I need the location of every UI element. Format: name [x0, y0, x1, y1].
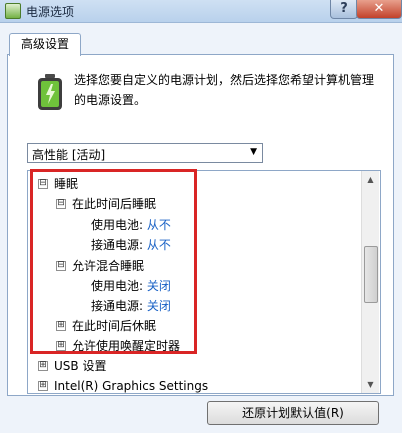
scroll-up-icon[interactable]: ▲	[362, 171, 379, 188]
setting-value[interactable]: 关闭	[147, 279, 171, 293]
expand-icon[interactable]: ⊞	[56, 341, 66, 351]
tree-item-hybrid-plugged[interactable]: 接通电源: 关闭	[91, 296, 171, 316]
dropdown-selected-value: 高性能 [活动]	[32, 148, 106, 162]
expand-icon[interactable]: ⊞	[56, 321, 66, 331]
setting-label: 接通电源:	[91, 299, 144, 313]
tree-item-label: 允许混合睡眠	[72, 259, 145, 273]
tree-item-hibernate-after[interactable]: ⊞ 在此时间后休眠	[56, 316, 156, 336]
settings-tree[interactable]: ⊟ 睡眠 ⊟ 在此时间后睡眠 使用电池: 从不 接通电源: 从不 ⊟ 允许混合睡…	[27, 170, 381, 394]
setting-value[interactable]: 从不	[147, 238, 171, 252]
tree-item-label: 睡眠	[54, 177, 79, 191]
tree-item-usb-settings[interactable]: ⊞ USB 设置	[38, 356, 106, 376]
close-button[interactable]: ✕	[356, 0, 402, 19]
tree-item-label: USB 设置	[54, 359, 107, 373]
tree-item-hybrid-sleep[interactable]: ⊟ 允许混合睡眠	[56, 256, 144, 276]
collapse-icon[interactable]: ⊟	[38, 179, 48, 189]
tree-item-graphics-settings[interactable]: ⊞ Intel(R) Graphics Settings	[38, 376, 209, 393]
tree-item-sleep-after-battery[interactable]: 使用电池: 从不	[91, 215, 171, 235]
expand-icon[interactable]: ⊞	[38, 381, 48, 391]
setting-label: 接通电源:	[91, 238, 144, 252]
scroll-thumb[interactable]	[364, 246, 378, 303]
description-text: 选择您要自定义的电源计划，然后选择您希望计算机管理的电源设置。	[74, 73, 375, 107]
tree-item-sleep[interactable]: ⊟ 睡眠	[38, 174, 78, 194]
tree-item-hybrid-battery[interactable]: 使用电池: 关闭	[91, 276, 171, 296]
collapse-icon[interactable]: ⊟	[56, 261, 66, 271]
tree-item-label: 在此时间后休眠	[72, 319, 157, 333]
expand-icon[interactable]: ⊞	[38, 361, 48, 371]
window-title: 电源选项	[26, 5, 75, 19]
tree-item-label: Intel(R) Graphics Settings	[54, 379, 209, 393]
title-bar: 电源选项 ? ✕	[0, 0, 402, 23]
chevron-down-icon: ▼	[250, 147, 257, 157]
tree-item-label: 在此时间后睡眠	[72, 197, 157, 211]
collapse-icon[interactable]: ⊟	[56, 199, 66, 209]
tab-advanced-settings[interactable]: 高级设置	[9, 33, 81, 56]
tree-scrollbar[interactable]: ▲ ▼	[361, 171, 379, 393]
power-plan-dropdown[interactable]: 高性能 [活动] ▼	[27, 143, 263, 163]
setting-value[interactable]: 关闭	[147, 299, 171, 313]
power-options-icon	[5, 3, 21, 19]
setting-value[interactable]: 从不	[147, 218, 171, 232]
tree-item-wake-timers[interactable]: ⊞ 允许使用唤醒定时器	[56, 336, 180, 356]
tree-item-sleep-after[interactable]: ⊟ 在此时间后睡眠	[56, 194, 156, 214]
tree-item-sleep-after-plugged[interactable]: 接通电源: 从不	[91, 235, 171, 255]
setting-label: 使用电池:	[91, 279, 144, 293]
help-button[interactable]: ?	[330, 0, 358, 19]
scroll-down-icon[interactable]: ▼	[362, 376, 379, 393]
tree-item-label: 允许使用唤醒定时器	[72, 339, 181, 353]
battery-icon	[38, 74, 62, 110]
restore-defaults-button[interactable]: 还原计划默认值(R)	[207, 401, 379, 425]
setting-label: 使用电池:	[91, 218, 144, 232]
